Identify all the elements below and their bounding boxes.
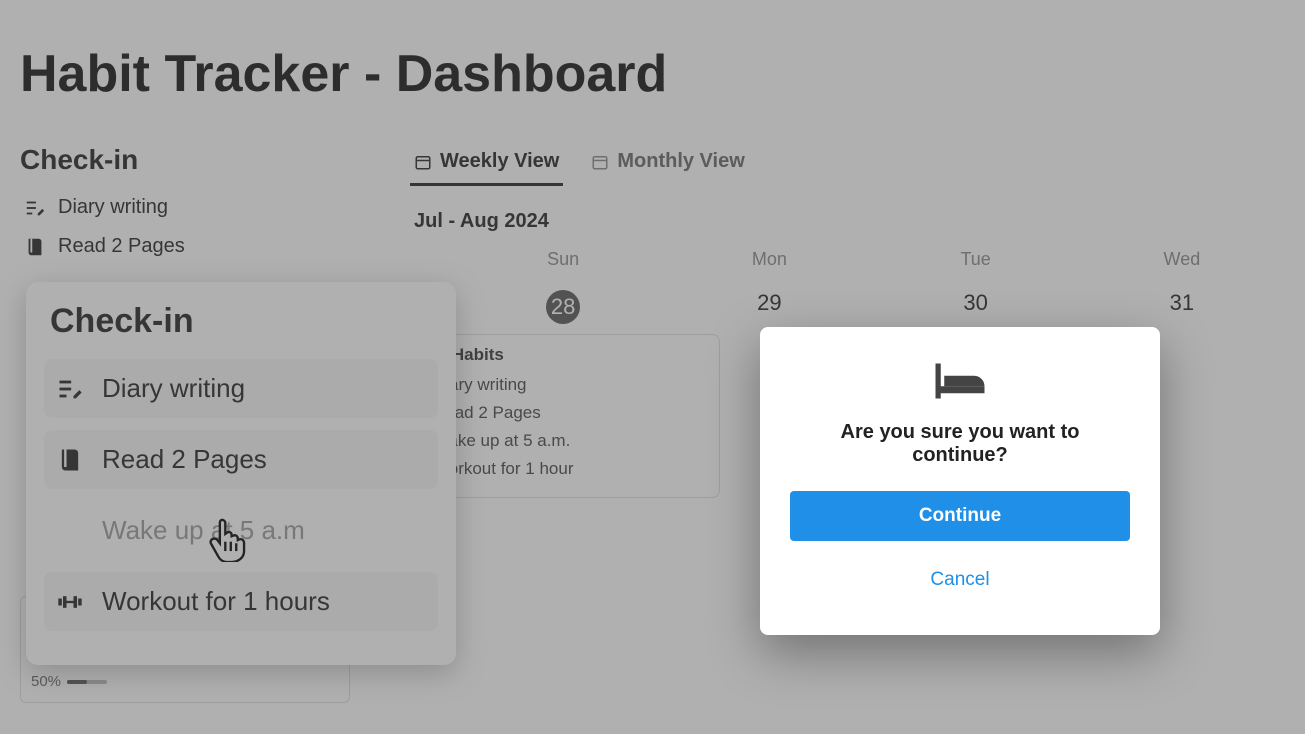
- cancel-button[interactable]: Cancel: [790, 555, 1130, 605]
- bed-icon: [932, 359, 988, 403]
- continue-button[interactable]: Continue: [790, 491, 1130, 541]
- modal-message: Are you sure you want to continue?: [790, 421, 1130, 467]
- confirm-modal: Are you sure you want to continue? Conti…: [760, 327, 1160, 635]
